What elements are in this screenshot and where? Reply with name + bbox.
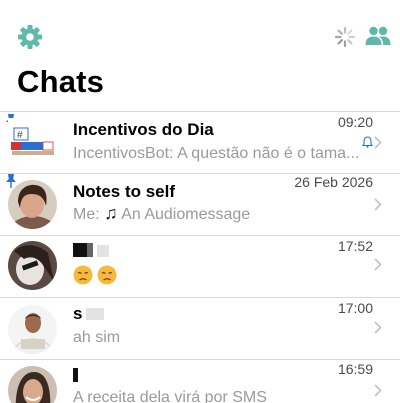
chat-preview-emoji [73, 264, 119, 286]
chat-name-redacted [73, 241, 109, 261]
preview-text: An Audiomessage [121, 206, 251, 223]
music-note-icon: ♫ [104, 203, 118, 223]
chat-row-s[interactable]: s 17:00 ah sim [0, 298, 400, 359]
chevron-right-icon [374, 258, 382, 271]
bell-icon [362, 136, 373, 148]
incentivos-logo: # [8, 118, 60, 158]
chat-name: Notes to self [73, 182, 176, 201]
chat-preview: ah sim [73, 329, 121, 346]
chat-name: Incentivos do Dia [73, 120, 214, 139]
chat-name: s [73, 304, 105, 324]
avatar: # [8, 118, 60, 158]
chat-preview: IncentivosBot: A questão não é o tama... [73, 145, 358, 162]
chat-time: 16:59 [337, 361, 373, 377]
chat-name-text: s [73, 304, 83, 323]
svg-text:#: # [17, 130, 23, 141]
chat-time: 17:00 [337, 300, 373, 316]
gear-icon[interactable] [17, 24, 43, 50]
contacts-icon[interactable] [365, 26, 391, 46]
chat-time: 09:20 [337, 114, 373, 130]
preview-sender: Me: [73, 206, 105, 223]
chat-preview: A receita dela virá por SMS [73, 389, 267, 403]
chevron-right-icon [374, 136, 382, 149]
spinner-icon [334, 26, 356, 48]
chat-preview: Me: ♫ An Audiomessage [73, 203, 353, 224]
chat-row-incentivos[interactable]: # Incentivos do Dia 09:20 IncentivosBot:… [0, 112, 400, 173]
chat-row-notes-to-self[interactable]: Notes to self 26 Feb 2026 Me: ♫ An Audio… [0, 174, 400, 235]
chat-row-redacted-2[interactable]: 16:59 A receita dela virá por SMS [0, 360, 400, 403]
chat-name-redacted [73, 366, 78, 386]
page-title: Chats [17, 64, 105, 99]
avatar [8, 366, 57, 403]
avatar [8, 241, 57, 290]
chevron-right-icon [374, 198, 382, 211]
chevron-right-icon [374, 321, 382, 334]
avatar [8, 180, 57, 229]
chat-time: 17:52 [337, 238, 373, 254]
chevron-right-icon [374, 384, 382, 397]
chat-time: 26 Feb 2026 [294, 174, 373, 190]
top-bar [0, 0, 400, 62]
avatar [8, 305, 57, 354]
chat-row-redacted[interactable]: 17:52 [0, 236, 400, 297]
